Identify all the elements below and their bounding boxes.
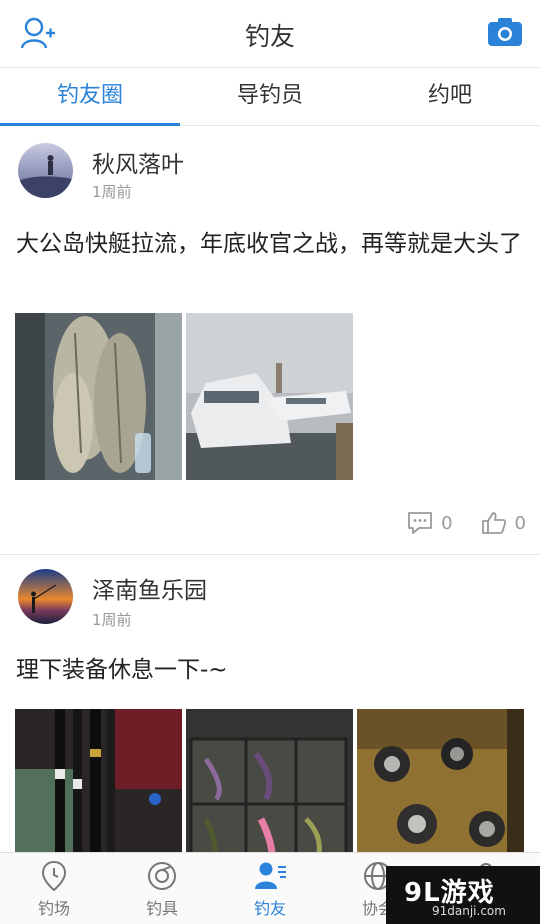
post-time: 1周前 [92,611,132,629]
comment-icon[interactable] [407,511,433,535]
watermark-url: 91danji.com [432,904,506,918]
nav-label: 钓友 [253,899,286,918]
post-author[interactable]: 泽南鱼乐园 [92,571,207,605]
post-text: 理下装备休息一下-~ [16,657,228,683]
post-time: 1周前 [92,183,132,201]
avatar[interactable] [18,143,73,198]
comment-count: 0 [441,512,453,534]
nav-label: 钓场 [37,899,70,918]
tab-yueba[interactable]: 约吧 [360,68,540,125]
feed-post[interactable]: 泽南鱼乐园 1周前 理下装备休息一下-~ [0,555,540,852]
post-photos [15,709,524,852]
friends-icon [255,862,286,889]
page-title: 钓友 [244,22,295,51]
post-actions: 0 0 [407,511,526,535]
lures-photo[interactable] [186,709,353,852]
tab-diaoyouquan[interactable]: 钓友圈 [0,68,180,126]
reels-photo[interactable] [357,709,524,852]
location-pin-icon [41,860,67,892]
feed-post[interactable]: 秋风落叶 1周前 大公岛快艇拉流，年底收官之战，再等就是大头了 0 0 [0,127,540,555]
boat-photo[interactable] [186,313,353,480]
top-bar: 钓友 [0,0,540,68]
fish-photo[interactable] [15,313,182,480]
post-photos [15,313,353,480]
feed-list[interactable]: 秋风落叶 1周前 大公岛快艇拉流，年底收官之战，再等就是大头了 0 0 泽南鱼乐… [0,127,540,852]
avatar[interactable] [18,569,73,624]
tab-bar: 钓友圈 导钓员 约吧 [0,68,540,126]
watermark: 9L游戏 91danji.com [386,866,540,924]
nav-diaoju[interactable]: 钓具 [108,853,216,924]
like-icon[interactable] [481,511,507,535]
nav-diaoyou[interactable]: 钓友 [216,853,324,924]
nav-label: 钓具 [145,899,178,918]
like-count: 0 [514,512,526,534]
rods-photo[interactable] [15,709,182,852]
tab-daodiaoyuan[interactable]: 导钓员 [180,68,360,125]
post-text: 大公岛快艇拉流，年底收官之战，再等就是大头了 [16,231,522,257]
nav-diaochang[interactable]: 钓场 [0,853,108,924]
gear-icon [148,862,176,890]
camera-icon[interactable] [488,17,522,47]
post-author[interactable]: 秋风落叶 [92,145,184,179]
